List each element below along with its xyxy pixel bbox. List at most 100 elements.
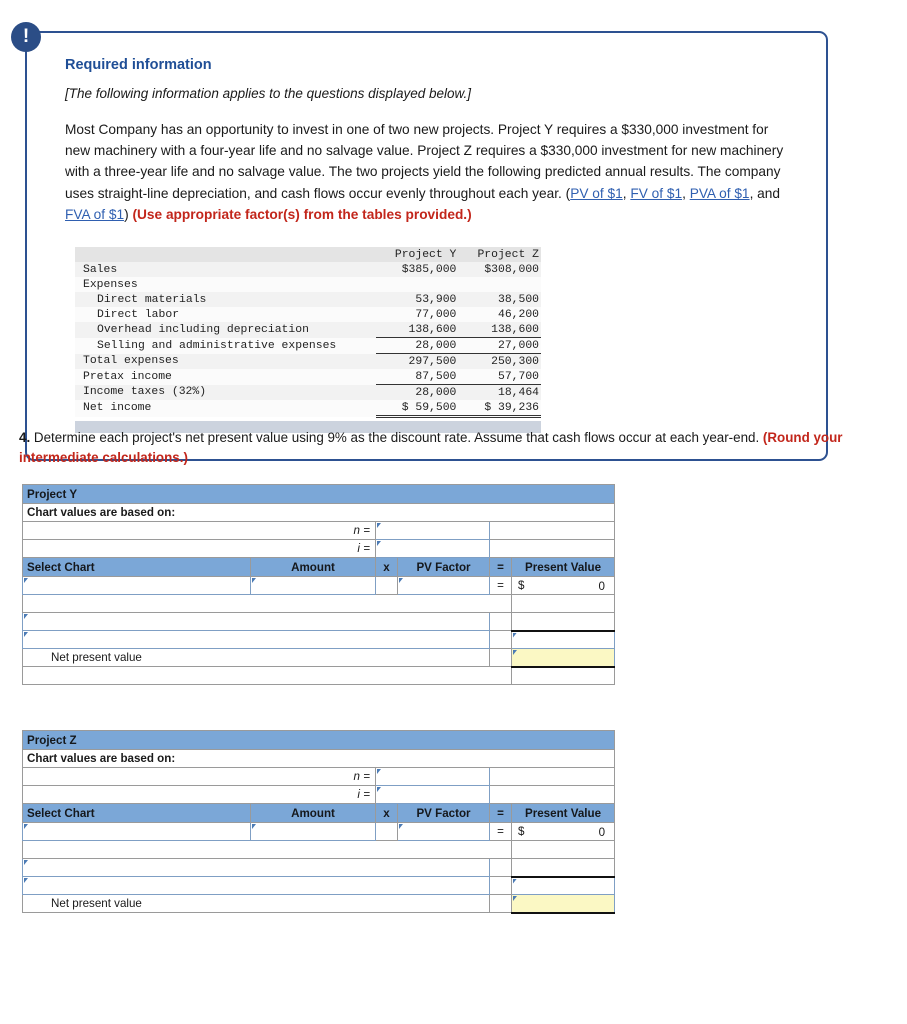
link-fva-of-1[interactable]: FVA of $1	[65, 207, 124, 222]
worksheet-z-col-pv-factor: PV Factor	[397, 803, 490, 823]
worksheet-y-pv-factor-input[interactable]	[397, 576, 490, 595]
worksheet-y-bottom-left	[22, 666, 512, 685]
worksheet-y-extra-input-2[interactable]	[22, 630, 490, 649]
link-fv-of-1[interactable]: FV of $1	[630, 186, 682, 201]
row-value-y	[376, 277, 459, 292]
worksheet-z-title: Project Z	[21, 730, 616, 750]
row-label: Net income	[83, 402, 152, 415]
info-subtitle: [The following information applies to th…	[65, 86, 471, 101]
worksheet-z-i-input[interactable]	[375, 785, 490, 804]
worksheet-z-col-present-value: Present Value	[510, 803, 616, 823]
worksheet-y-i-input[interactable]	[375, 539, 490, 558]
worksheet-y-entry-row: = $ 0	[22, 576, 615, 595]
row-label: Income taxes (32%)	[83, 386, 207, 399]
worksheet-y-extra-2-value[interactable]	[511, 629, 615, 649]
worksheet-y-subtitle: Chart values are based on:	[22, 503, 615, 522]
row-label: Sales	[83, 263, 118, 276]
worksheet-z-spacer-row	[22, 840, 616, 859]
question-text: Determine each project's net present val…	[30, 430, 763, 445]
worksheet-z-extra-row-1	[22, 858, 616, 877]
financial-results-table: Project Y Project Z Sales $385,000 $308,00…	[75, 247, 541, 419]
worksheet-y-i-label: i =	[22, 539, 376, 558]
worksheet-z-subtitle-row: Chart values are based on:	[21, 749, 616, 768]
table-row: Sales $385,000 $308,000	[75, 262, 541, 278]
row-value-z: 46,200	[497, 308, 539, 321]
worksheet-y-n-spacer	[489, 521, 615, 540]
link-pv-of-1[interactable]: PV of $1	[570, 186, 623, 201]
worksheet-z-column-header-row: Select Chart Amount x PV Factor = Presen…	[22, 803, 616, 823]
worksheet-z-n-label: n =	[22, 767, 376, 786]
worksheet-y-equals-cell: =	[489, 576, 512, 595]
worksheet-y-bottom-row	[22, 666, 615, 685]
row-value-y: 28,000	[375, 337, 459, 354]
worksheet-z-spacer-left	[22, 840, 512, 859]
worksheet-y-col-select-chart: Select Chart	[22, 557, 251, 577]
row-value-y: 77,000	[415, 308, 457, 321]
question-4: 4. Determine each project's net present …	[19, 428, 849, 468]
worksheet-z-extra-input-2[interactable]	[22, 876, 490, 895]
worksheet-z-n-spacer	[488, 767, 616, 786]
worksheet-y-npv-mid	[489, 648, 512, 667]
worksheet-z-amount-input[interactable]	[250, 822, 376, 841]
table-row: Direct labor 77,000 46,200	[75, 307, 541, 323]
worksheet-z-n-input[interactable]	[375, 767, 490, 786]
link-sep-2: ,	[682, 185, 690, 201]
page-title: Required information	[65, 57, 212, 73]
worksheet-y-extra-1-right	[511, 612, 615, 631]
worksheet-z-extra-input-1[interactable]	[22, 858, 490, 877]
required-information-card: ! Required information [The following in…	[11, 22, 828, 462]
row-label: Selling and administrative expenses	[97, 339, 337, 352]
worksheet-y-npv-row: Net present value	[22, 648, 615, 668]
worksheet-z-extra-2-value[interactable]	[510, 875, 616, 895]
col-project-y: Project Y	[394, 248, 457, 261]
link-pva-of-1[interactable]: PVA of $1	[690, 186, 750, 201]
worksheet-y-npv-input[interactable]	[511, 648, 615, 668]
table-row: Overhead including depreciation 138,600 13…	[75, 322, 541, 338]
worksheet-y-spacer-right	[511, 594, 615, 613]
worksheet-z-present-value-cell: $ 0	[510, 822, 616, 841]
financial-results-table-wrap: Project Y Project Z Sales $385,000 $308,00…	[75, 247, 541, 434]
worksheet-z-n-row: n =	[22, 767, 616, 786]
worksheet-y-present-value: 0	[598, 580, 605, 593]
worksheet-z-npv-input[interactable]	[510, 894, 616, 914]
worksheet-y-present-value-cell: $ 0	[511, 576, 615, 595]
financial-table-body: Sales $385,000 $308,000 Expenses Direct mate…	[75, 262, 541, 419]
worksheet-z-entry-row: = $ 0	[22, 822, 616, 841]
worksheet-y-col-present-value: Present Value	[511, 557, 615, 577]
table-header-row: Project Y Project Z	[75, 247, 541, 263]
row-value-z: 57,700	[497, 370, 539, 383]
row-value-z: $ 39,236	[458, 400, 541, 419]
worksheet-y-subtitle-row: Chart values are based on:	[22, 503, 615, 522]
worksheet-z-pv-factor-input[interactable]	[397, 822, 490, 841]
worksheet-y-npv-label: Net present value	[22, 648, 490, 667]
row-label: Pretax income	[83, 370, 172, 383]
row-value-y: 138,600	[408, 323, 457, 336]
worksheet-y-col-amount: Amount	[250, 557, 376, 577]
worksheet-y-n-input[interactable]	[375, 521, 490, 540]
worksheet-y-title: Project Y	[22, 484, 615, 504]
worksheet-y-extra-input-1[interactable]	[22, 612, 490, 631]
worksheet-y-chart-select[interactable]	[22, 576, 251, 595]
row-value-z: 138,600	[491, 323, 539, 336]
row-value-y: 87,500	[415, 370, 457, 383]
question-number: 4.	[19, 430, 31, 445]
worksheet-z-spacer-right	[510, 840, 616, 859]
worksheet-z-chart-select[interactable]	[22, 822, 251, 841]
row-value-z: 38,500	[497, 293, 539, 306]
row-value-y: $385,000	[401, 263, 457, 276]
worksheet-y-col-pv-factor: PV Factor	[397, 557, 490, 577]
table-row: Pretax income 87,500 57,700	[75, 369, 541, 385]
row-label: Expenses	[83, 278, 138, 291]
worksheet-y-extra-row-1	[22, 612, 615, 631]
worksheet-y-spacer-left	[22, 594, 512, 613]
row-value-z: 18,464	[458, 384, 541, 401]
worksheet-z-i-label: i =	[22, 785, 376, 804]
worksheet-z-extra-1-right	[510, 858, 616, 877]
row-value-z: 250,300	[458, 353, 541, 370]
table-row: Selling and administrative expenses 28,00…	[75, 337, 541, 354]
worksheet-z-npv-mid	[489, 894, 512, 913]
worksheet-y-amount-input[interactable]	[250, 576, 376, 595]
row-value-z: 27,000	[458, 337, 541, 354]
row-value-y: 53,900	[415, 293, 457, 306]
row-value-z: $308,000	[484, 263, 539, 276]
